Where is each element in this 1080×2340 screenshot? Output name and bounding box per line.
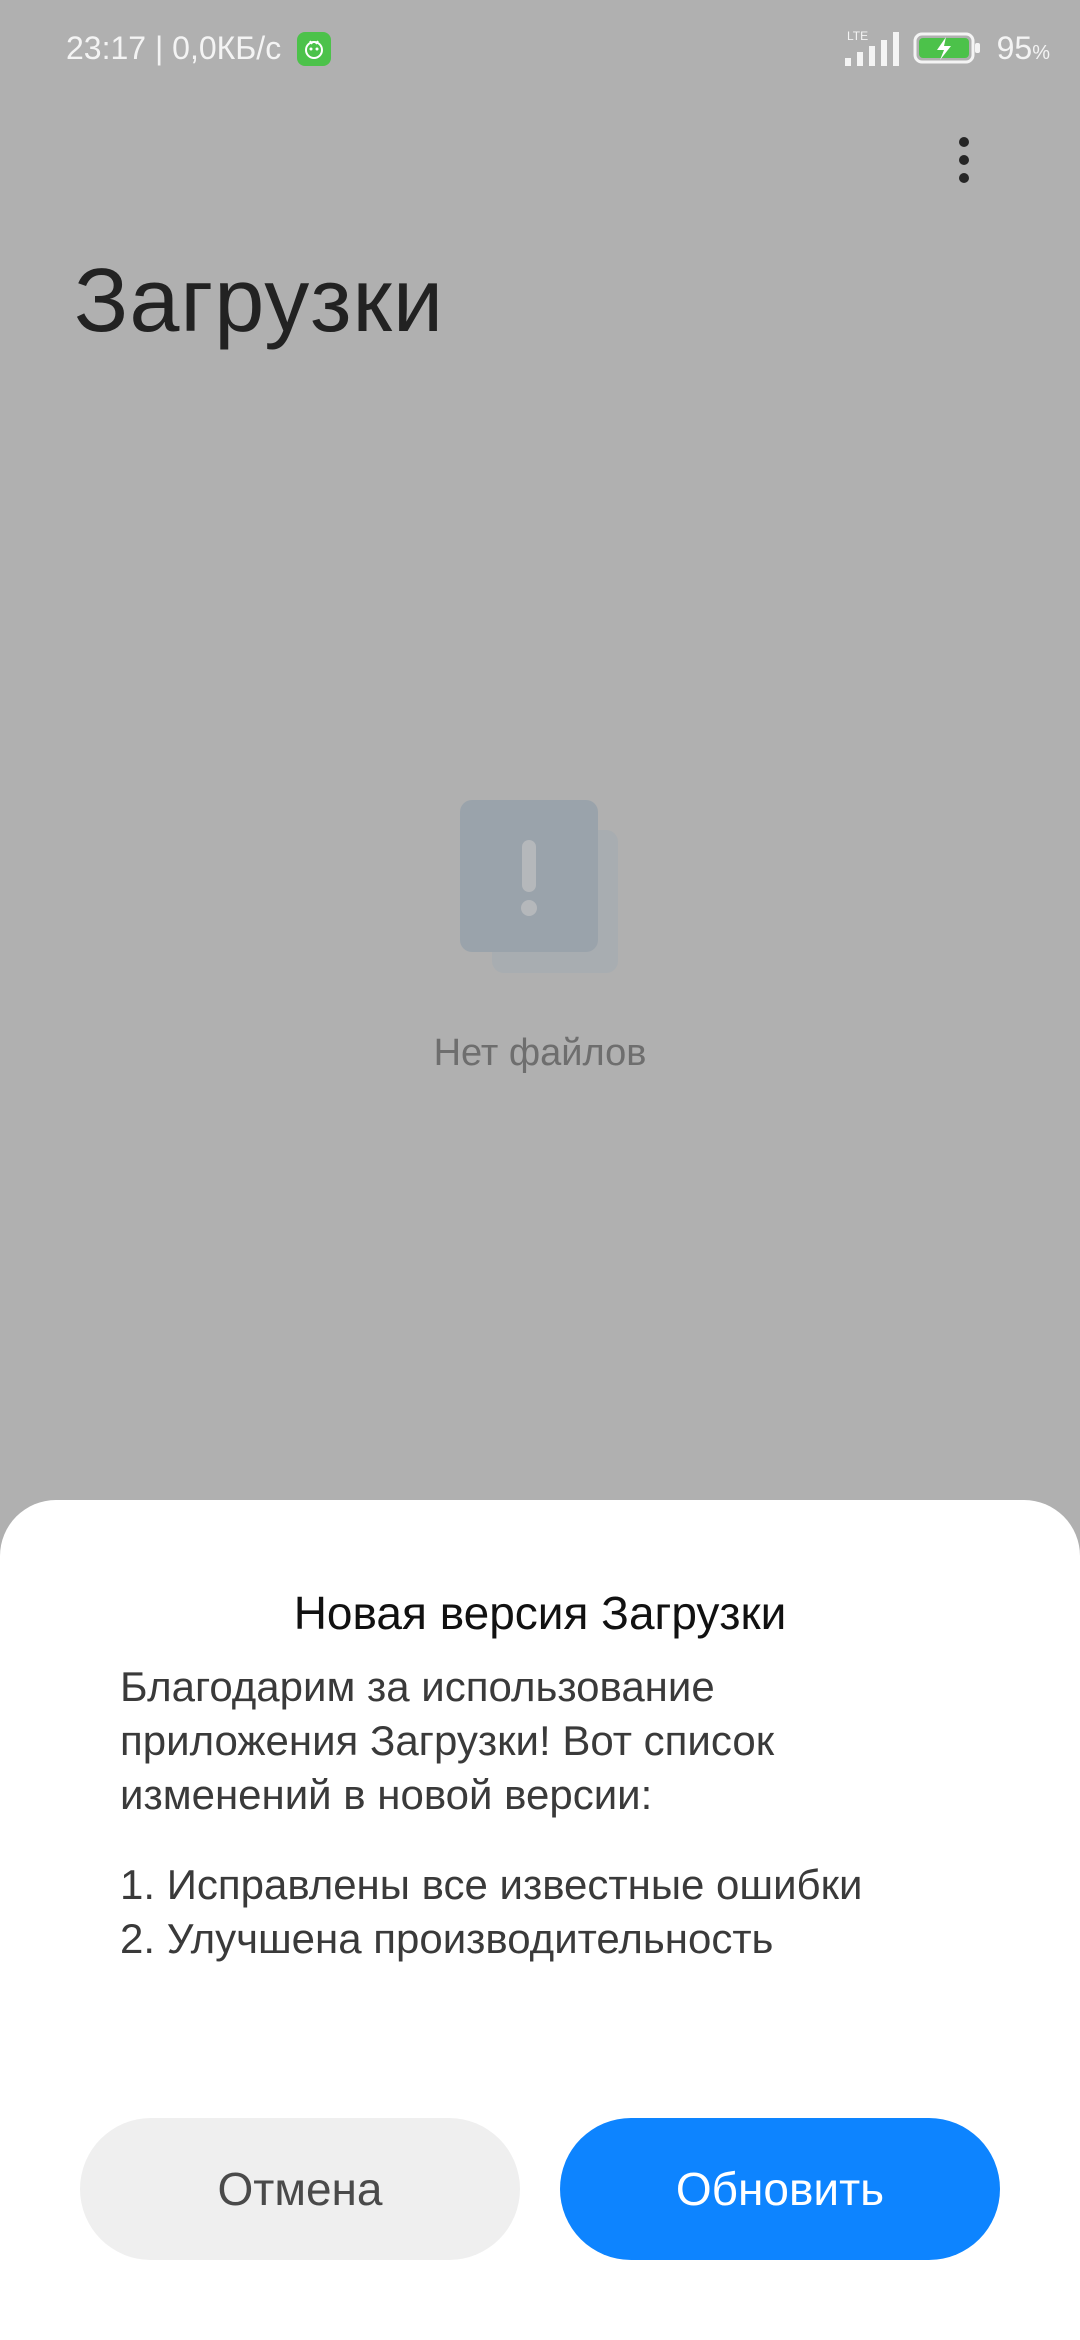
dialog-title: Новая версия Загрузки xyxy=(293,1587,787,1639)
more-options-button[interactable] xyxy=(940,124,988,196)
change-item: 2. Улучшена производительность xyxy=(120,1915,774,1962)
page-title: Загрузки xyxy=(74,251,445,351)
update-button[interactable]: Обновить xyxy=(560,2118,1000,2260)
more-vertical-icon-dot xyxy=(959,137,969,147)
network-type: LTE xyxy=(847,29,868,43)
dialog-body-line: изменений в новой версии: xyxy=(120,1771,653,1818)
signal-icon: LTE xyxy=(841,28,899,68)
battery-percentage: 95% xyxy=(997,30,1050,67)
status-right: LTE 95% xyxy=(841,28,1050,68)
more-vertical-icon-dot xyxy=(959,155,969,165)
status-time-speed: 23:17 | 0,0КБ/с xyxy=(66,30,282,66)
battery-unit: % xyxy=(1032,41,1050,64)
battery-level: 95 xyxy=(996,29,1033,66)
battery-charging-icon xyxy=(913,31,983,65)
app-notification-icon xyxy=(297,31,332,66)
dialog-body-line: Благодарим за использование xyxy=(120,1663,715,1710)
more-vertical-icon-dot xyxy=(959,173,969,183)
dialog-message: Благодарим за использование приложения З… xyxy=(120,1660,980,1966)
status-left: 23:17 | 0,0КБ/с xyxy=(66,30,332,67)
empty-state-text: Нет файлов xyxy=(433,1032,647,1074)
dialog-body-line: приложения Загрузки! Вот список xyxy=(120,1717,775,1764)
cancel-button[interactable]: Отмена xyxy=(80,2118,520,2260)
change-item: 1. Исправлены все известные ошибки xyxy=(120,1861,863,1908)
status-bar: 23:17 | 0,0КБ/с LTE 95% xyxy=(0,0,1080,100)
empty-file-alert-icon xyxy=(460,800,620,975)
